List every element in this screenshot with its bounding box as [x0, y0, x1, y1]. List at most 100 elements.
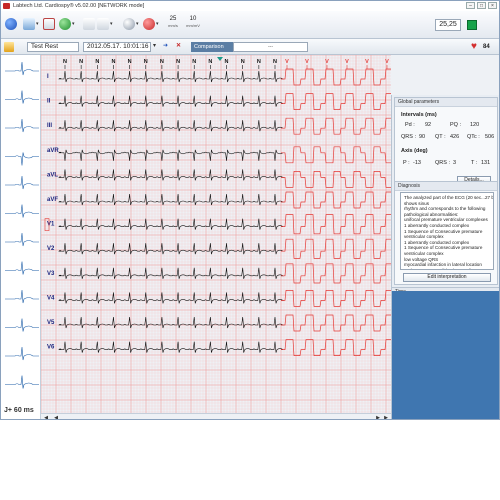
average-beat-trace: [5, 289, 39, 304]
beat-marker: V: [345, 59, 349, 65]
start-acquisition-icon[interactable]: [59, 18, 71, 30]
chevron-down-icon[interactable]: ▾: [153, 42, 156, 49]
lead-label-v3: V3: [47, 271, 55, 277]
ecg-trace-abnormal: [281, 339, 391, 356]
beat-marker: N: [144, 59, 148, 65]
lead-label-v2: V2: [47, 246, 55, 252]
save-icon[interactable]: [83, 18, 95, 30]
gain-unit: mm/mV: [186, 23, 200, 28]
app-window: Labtech Ltd. Cardiospy® v5.02.00 [NETWOR…: [0, 0, 500, 420]
delete-record-icon[interactable]: ✕: [176, 42, 181, 49]
beat-marker: N: [176, 59, 180, 65]
maximize-icon[interactable]: □: [477, 2, 486, 9]
ecg-trace-normal: [58, 95, 284, 107]
beat-marker: N: [79, 59, 83, 65]
right-panel: Global parameters Intervals (ms) Pd : 92…: [391, 95, 499, 419]
average-beat-panel: J+ 60 ms: [1, 55, 41, 419]
global-parameters-group: Global parameters Intervals (ms) Pd : 92…: [394, 97, 498, 187]
ecg-record-icon[interactable]: [43, 18, 55, 30]
ecg-trace-abnormal: [281, 117, 391, 135]
ecg-waveform-area[interactable]: N N N N N N N N N N N N N N V V V V V V I II III aVR aVL aVF V1 V2 V…: [41, 55, 391, 419]
pd-label: Pd :: [405, 122, 415, 128]
average-beat-trace: [5, 175, 39, 190]
pq-label: PQ :: [450, 122, 462, 128]
ecg-trace-abnormal: [281, 93, 391, 110]
record-bar: Test Rest 2012.05.17. 10:01:16 ▾ ➜ ✕ Com…: [1, 39, 499, 55]
title-bar: Labtech Ltd. Cardiospy® v5.02.00 [NETWOR…: [1, 1, 499, 11]
diagnosis-line: rhythm and corresponds to the following: [404, 206, 486, 212]
lead-label-avr: aVR: [47, 148, 59, 154]
pq-value: 120: [470, 122, 480, 128]
test-type-field[interactable]: Test Rest: [27, 42, 79, 52]
ecg-trace-normal: [58, 341, 284, 353]
display-value-field[interactable]: 25,25: [435, 19, 461, 31]
lead-label-v5: V5: [47, 320, 55, 326]
beat-marker: N: [208, 59, 212, 65]
folder-icon[interactable]: [4, 42, 14, 52]
ecg-trace-abnormal: [281, 171, 391, 188]
scroll-left-fast-icon[interactable]: ◀: [53, 415, 59, 419]
beat-marker: V: [325, 59, 329, 65]
ecg-waveform-plot[interactable]: N N N N N N N N N N N N N N V V V V V VIIIIIIaVRaVLaVFV1V2V…: [41, 55, 391, 413]
intervals-title: Intervals (ms): [401, 112, 437, 118]
horizontal-scrollbar[interactable]: ◀ ◀ ▶ ▶: [41, 413, 391, 419]
j-offset-label: J+ 60 ms: [4, 407, 34, 414]
chevron-down-icon[interactable]: ▾: [136, 21, 139, 27]
ecg-trace-abnormal: [281, 191, 391, 209]
global-parameters-title: Global parameters: [395, 98, 497, 107]
beat-marker: N: [111, 59, 115, 65]
speed-selector[interactable]: 25 mm/s: [164, 16, 182, 28]
window-controls: – □ ×: [466, 2, 497, 9]
record-datetime-field[interactable]: 2012.05.17. 10:01:16: [83, 42, 151, 52]
chevron-down-icon[interactable]: ▾: [36, 21, 39, 27]
lead-label-iii: III: [47, 123, 52, 129]
heart-rate-badge: ♥ 84: [471, 41, 497, 53]
diagnosis-text-box[interactable]: The analyzed part of the ECG (20 sec...2…: [400, 192, 494, 270]
axis-t-value: 131: [481, 160, 491, 166]
lead-label-avf: aVF: [47, 197, 58, 203]
beat-marker: N: [257, 59, 261, 65]
next-record-icon[interactable]: ➜: [163, 42, 168, 49]
chevron-down-icon[interactable]: ▾: [110, 21, 113, 27]
beat-marker: N: [192, 59, 196, 65]
comparison-field[interactable]: ---: [233, 42, 308, 52]
beat-marker: N: [128, 59, 132, 65]
chevron-down-icon[interactable]: ▾: [156, 21, 159, 27]
lead-label-ii: II: [47, 99, 51, 105]
time-panel: [392, 291, 499, 419]
ecg-trace-abnormal: [281, 214, 391, 235]
speed-value: 25: [169, 16, 177, 22]
qrs-label: QRS :: [401, 134, 416, 140]
beat-marker: V: [365, 59, 369, 65]
beat-marker: V: [285, 59, 289, 65]
beat-marker: N: [95, 59, 99, 65]
connection-status-indicator: [467, 20, 477, 30]
close-icon[interactable]: ×: [488, 2, 497, 9]
axis-title: Axis (deg): [401, 148, 428, 154]
edit-interpretation-button[interactable]: Edit interpretation: [403, 273, 491, 282]
minimize-icon[interactable]: –: [466, 2, 475, 9]
patient-icon[interactable]: [23, 18, 35, 30]
chevron-down-icon[interactable]: ▾: [72, 21, 75, 27]
heart-rate-value: 84: [483, 44, 490, 50]
export-icon[interactable]: [97, 18, 109, 30]
window-title: Labtech Ltd. Cardiospy® v5.02.00 [NETWOR…: [13, 3, 145, 9]
average-beat-trace: [5, 61, 39, 76]
scroll-right-icon[interactable]: ▶: [375, 415, 381, 419]
stop-icon[interactable]: [143, 18, 155, 30]
axis-qrs-value: 3: [453, 160, 457, 166]
print-icon[interactable]: [123, 18, 135, 30]
diagnosis-line: and suggests possible abnormality:: [404, 268, 490, 269]
diagnosis-line: myocardial infarction in lateral locatio…: [404, 262, 482, 268]
lead-label-v4: V4: [47, 295, 55, 301]
beat-marker: V: [385, 59, 389, 65]
beat-marker: N: [225, 59, 229, 65]
average-beat-trace: [5, 204, 39, 218]
network-globe-icon[interactable]: [5, 18, 17, 30]
axis-qrs-label: QRS :: [435, 160, 450, 166]
scroll-left-icon[interactable]: ◀: [43, 415, 49, 419]
gain-selector[interactable]: 10 mm/mV: [183, 16, 203, 28]
qt-label: QT :: [435, 134, 446, 140]
scroll-right-fast-icon[interactable]: ▶: [383, 415, 389, 419]
ecg-trace-abnormal: [281, 146, 391, 164]
